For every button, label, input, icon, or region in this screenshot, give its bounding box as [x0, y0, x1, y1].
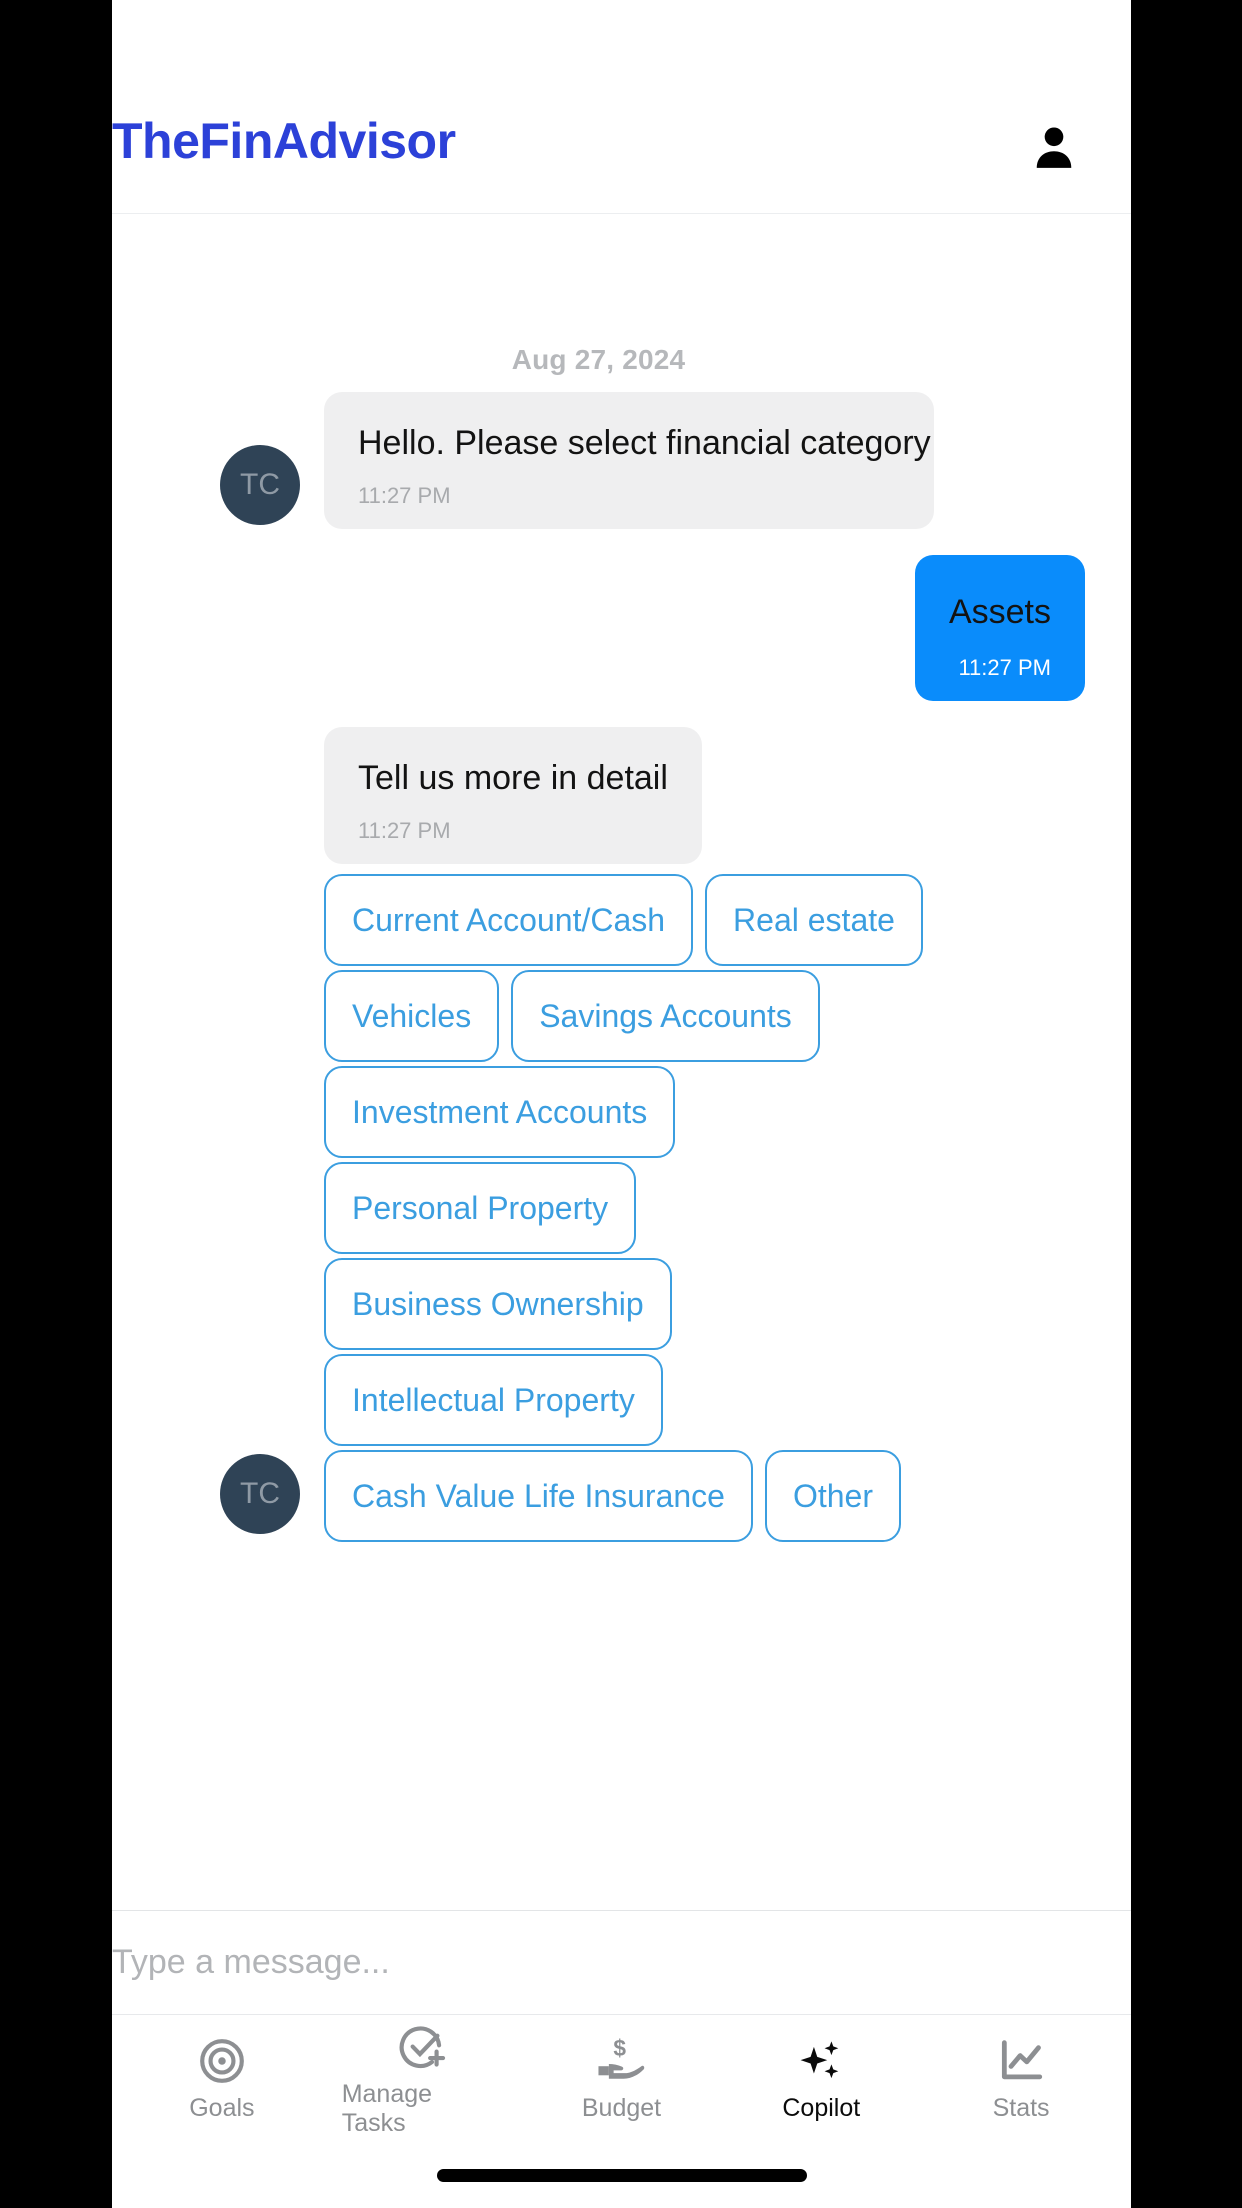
quick-reply-chip[interactable]: Savings Accounts [511, 969, 820, 1062]
quick-reply-row: Investment Accounts [112, 1065, 1085, 1158]
nav-label: Manage Tasks [341, 2079, 433, 2137]
message-timestamp: 11:27 PM [958, 655, 1051, 680]
bottom-navigation: Goals Manage Tasks $ Budget Copilot Stat… [112, 2014, 1131, 2142]
message-text: Hello. Please select financial category [358, 424, 931, 462]
nav-label: Copilot [782, 2094, 861, 2122]
quick-reply-chip[interactable]: Personal Property [324, 1161, 637, 1254]
quick-reply-chip[interactable]: Investment Accounts [324, 1065, 676, 1158]
profile-button[interactable] [1025, 119, 1083, 177]
message-row-bot-detail: Tell us more in detail 11:27 PM [112, 727, 1085, 864]
quick-reply-chip[interactable]: Cash Value Life Insurance [324, 1449, 753, 1542]
home-indicator[interactable] [436, 2168, 807, 2182]
message-row-bot-greeting: TC Hello. Please select financial catego… [112, 392, 1085, 529]
quick-reply-group: Current Account/Cash Real estate Vehicle… [112, 873, 1085, 1542]
nav-label: Stats [992, 2094, 1050, 2122]
quick-reply-row: Current Account/Cash Real estate [112, 873, 1085, 966]
quick-reply-chip[interactable]: Real estate [705, 873, 923, 966]
message-bubble-user[interactable]: Assets 11:27 PM [914, 554, 1085, 701]
nav-item-goals[interactable]: Goals [142, 2034, 302, 2123]
message-input[interactable] [112, 1943, 1085, 1982]
quick-reply-row: Business Ownership [112, 1257, 1085, 1350]
message-bubble-bot[interactable]: Hello. Please select financial category … [324, 392, 934, 529]
message-text: Assets [948, 592, 1051, 631]
hand-dollar-icon: $ [594, 2034, 648, 2088]
nav-item-copilot[interactable]: Copilot [741, 2034, 901, 2123]
nav-label: Budget [581, 2094, 662, 2122]
message-text: Tell us more in detail [358, 759, 668, 797]
quick-reply-chip[interactable]: Business Ownership [324, 1257, 672, 1350]
quick-reply-row: Intellectual Property [112, 1353, 1085, 1446]
nav-label: Goals [189, 2094, 255, 2122]
message-timestamp: 11:27 PM [358, 817, 451, 843]
quick-reply-chip[interactable]: Vehicles [324, 969, 500, 1062]
phone-screen: TheFinAdvisor Aug 27, 2024 TC Hello. Ple… [112, 0, 1131, 2208]
avatar: TC [220, 1453, 300, 1534]
quick-reply-chip[interactable]: Other [764, 1449, 901, 1542]
nav-item-budget[interactable]: $ Budget [541, 2034, 701, 2123]
svg-text:$: $ [614, 2035, 627, 2061]
quick-reply-row: Personal Property [112, 1161, 1085, 1254]
person-icon [1036, 127, 1072, 168]
chat-message-list[interactable]: Aug 27, 2024 TC Hello. Please select fin… [112, 214, 1131, 1910]
quick-reply-row: Vehicles Savings Accounts [112, 969, 1085, 1062]
sparkles-icon [794, 2034, 848, 2088]
app-header: TheFinAdvisor [112, 0, 1131, 214]
line-chart-icon [994, 2034, 1048, 2088]
target-icon [195, 2034, 249, 2088]
home-indicator-area [112, 2142, 1131, 2208]
quick-reply-chip[interactable]: Current Account/Cash [324, 873, 694, 966]
message-composer [112, 1910, 1131, 2014]
message-row-user-assets: Assets 11:27 PM [112, 554, 1085, 701]
date-divider: Aug 27, 2024 [511, 344, 686, 375]
quick-reply-chip[interactable]: Intellectual Property [324, 1353, 663, 1446]
nav-item-manage-tasks[interactable]: Manage Tasks [342, 2020, 502, 2138]
quick-reply-row: TC Cash Value Life Insurance Other [112, 1449, 1085, 1542]
message-timestamp: 11:27 PM [358, 482, 451, 508]
nav-item-stats[interactable]: Stats [941, 2034, 1101, 2123]
page-title: TheFinAdvisor [112, 113, 456, 169]
check-circle-plus-icon [395, 2020, 449, 2074]
avatar: TC [220, 444, 300, 525]
message-bubble-bot[interactable]: Tell us more in detail 11:27 PM [324, 727, 702, 864]
